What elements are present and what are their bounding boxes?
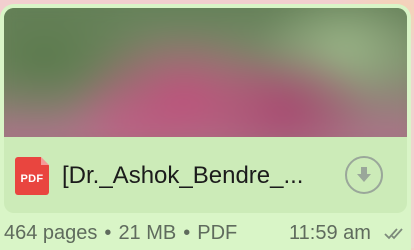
page-count: 464 pages: [4, 222, 98, 244]
file-name: [Dr._Ashok_Bendre_...: [62, 162, 304, 189]
double-check-icon: [384, 228, 403, 240]
pdf-file-icon: PDF: [15, 157, 49, 195]
blurred-preview-image: [4, 8, 407, 137]
pdf-icon-label: PDF: [20, 173, 44, 185]
file-type: PDF: [197, 222, 238, 244]
separator-dot: •: [183, 222, 191, 244]
separator-dot: •: [104, 222, 112, 244]
file-details: 464 pages • 21 MB • PDF: [4, 222, 237, 245]
document-preview-thumbnail[interactable]: [4, 8, 407, 137]
file-size: 21 MB: [118, 222, 177, 244]
download-arrow-icon: [357, 167, 371, 182]
download-button[interactable]: [345, 156, 383, 194]
pdf-corner-fold: [41, 157, 49, 165]
file-info-row[interactable]: PDF [Dr._Ashok_Bendre_...: [4, 137, 407, 213]
message-meta-row: 464 pages • 21 MB • PDF 11:59 am: [0, 222, 411, 248]
document-message-bubble[interactable]: PDF [Dr._Ashok_Bendre_... 464 pages • 21 M…: [0, 4, 411, 250]
message-timestamp: 11:59 am: [289, 222, 371, 244]
